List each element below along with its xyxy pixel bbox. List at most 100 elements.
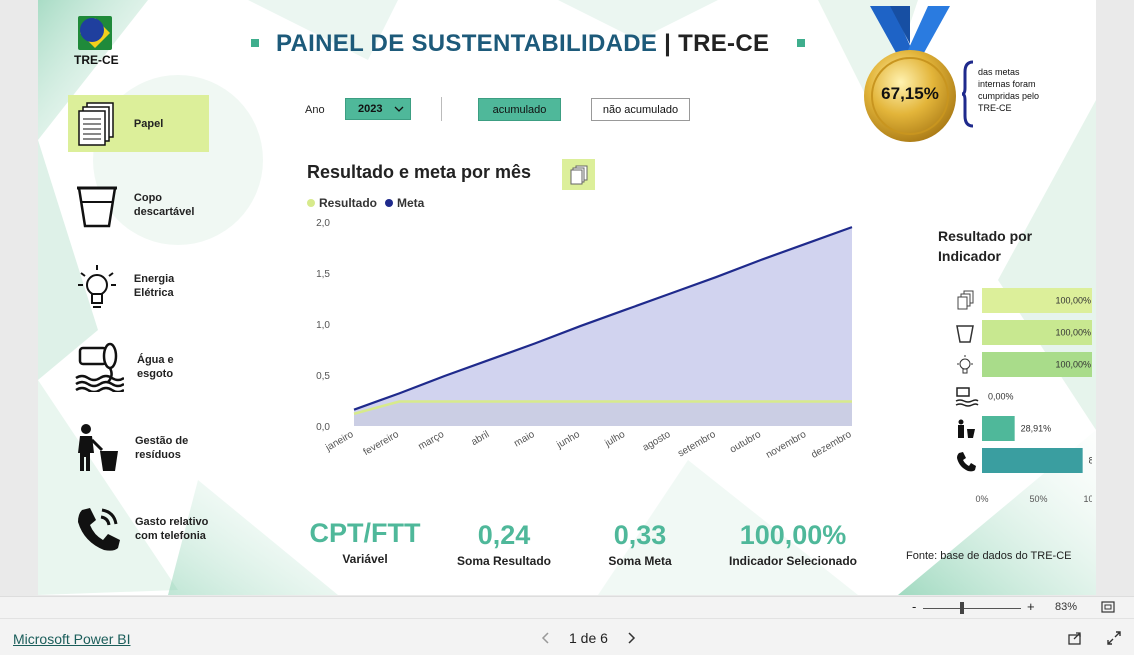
side-chart-title-line: Indicador: [938, 248, 1002, 264]
logo-text: TRE-CE: [74, 53, 119, 67]
sidebar-item-agua[interactable]: Água e esgoto: [68, 338, 209, 395]
year-filter-label: Ano: [305, 104, 325, 116]
year-dropdown[interactable]: 2023: [345, 98, 411, 120]
legend-label-resultado: Resultado: [319, 196, 378, 210]
chevron-right-icon[interactable]: [626, 632, 636, 644]
title-sub: TRE-CE: [678, 30, 770, 57]
power-bi-viewer: TRE-CE PAINEL DE SUSTENTABILIDADE | TRE-…: [0, 0, 1134, 655]
x-tick-label: maio: [512, 429, 537, 450]
phone-icon: [74, 504, 122, 554]
source-note: Fonte: base de dados do TRE-CE: [906, 550, 1072, 562]
main-chart-title: Resultado e meta por mês: [307, 162, 532, 182]
legend-dot-resultado: [307, 199, 315, 207]
kpi-soma-resultado: 0,24 Soma Resultado: [434, 520, 574, 568]
sidebar-item-papel[interactable]: Papel: [68, 95, 209, 152]
zoom-slider-track[interactable]: [923, 608, 1021, 609]
sidebar-item-energia[interactable]: Energia Elétrica: [68, 257, 209, 314]
page-title: PAINEL DE SUSTENTABILIDADE | TRE-CE: [276, 30, 769, 58]
sidebar-item-residuos[interactable]: Gestão de resíduos: [68, 419, 209, 476]
paper-stack-icon: [74, 99, 121, 149]
zoom-in-button[interactable]: +: [1027, 599, 1035, 614]
zoom-statusbar: - + 83%: [0, 596, 1134, 618]
main-area-chart: 0,00,51,01,52,0janeiro fevereiro março abri…: [316, 218, 854, 461]
kpi-label: Soma Meta: [608, 554, 672, 568]
sidebar-item-label: Gestão de resíduos: [135, 434, 189, 461]
side-chart-title-line: Resultado por: [938, 228, 1033, 244]
sidebar-item-label: Água e esgoto: [137, 353, 174, 380]
kpi-label: Indicador Selecionado: [728, 554, 858, 568]
report-canvas: TRE-CE PAINEL DE SUSTENTABILIDADE | TRE-…: [38, 0, 1096, 595]
legend-label-meta: Meta: [397, 196, 425, 210]
title-separator: |: [664, 30, 672, 57]
title-main: PAINEL DE SUSTENTABILIDADE: [276, 30, 658, 57]
x-tick-label: dezembro: [809, 429, 853, 461]
phone-icon: [957, 452, 976, 472]
indicator-bar: [982, 416, 1015, 441]
resultado-area-fill: [354, 401, 852, 426]
bar-data-label: 100,00%: [1055, 296, 1091, 306]
y-tick-label: 2,0: [316, 218, 330, 229]
sidebar-item-label: Energia Elétrica: [133, 272, 175, 299]
y-tick-label: 1,0: [316, 320, 330, 331]
medal-caption: das metas internas foram cumpridas pelo …: [978, 66, 1039, 114]
share-icon[interactable]: [1067, 630, 1083, 646]
kpi-value: CPT/FTT: [309, 518, 421, 548]
fullscreen-icon[interactable]: [1106, 630, 1122, 646]
achievement-medal: 67,15%: [860, 4, 960, 144]
not-accumulated-button[interactable]: não acumulado: [591, 98, 690, 121]
filter-divider: [441, 97, 442, 121]
lightbulb-icon: [957, 355, 973, 374]
x-tick-label: 50%: [1029, 494, 1047, 504]
x-tick-label: outubro: [728, 429, 763, 456]
kpi-value: 0,24: [477, 520, 531, 550]
medal-caption-line: cumpridas pelo: [978, 91, 1040, 101]
x-tick-label: abril: [469, 429, 491, 448]
powerbi-link[interactable]: Microsoft Power BI: [13, 631, 130, 647]
brazil-flag-emblem-icon: [78, 16, 112, 50]
zoom-slider-handle[interactable]: [960, 602, 964, 614]
x-tick-label: 0%: [975, 494, 988, 504]
disposable-cup-icon: [956, 325, 974, 343]
chevron-left-icon[interactable]: [541, 632, 551, 644]
medal-percent: 67,15%: [881, 84, 939, 103]
sidebar-item-label: Papel: [133, 117, 164, 130]
kpi-soma-meta: 0,33 Soma Meta: [570, 520, 710, 568]
sidebar-item-label: Copo descartável: [133, 191, 195, 218]
kpi-variable: CPT/FTT Variável: [295, 518, 435, 566]
accumulated-button[interactable]: acumulado: [478, 98, 561, 121]
x-tick-label: setembro: [676, 429, 718, 460]
kpi-value: 0,33: [613, 520, 667, 550]
bar-data-label: 100,00%: [1055, 328, 1091, 338]
water-pipe-icon: [74, 342, 124, 392]
bar-data-label: 89,07%: [1089, 456, 1092, 466]
indicator-bar: [982, 448, 1083, 473]
y-tick-label: 0,0: [316, 422, 330, 433]
sidebar-item-copo[interactable]: Copo descartável: [68, 176, 209, 233]
x-tick-label: fevereiro: [362, 429, 402, 458]
chevron-down-icon: [394, 106, 404, 112]
paper-stack-icon: [570, 165, 587, 184]
lightbulb-icon: [74, 261, 121, 311]
title-dot-right: [797, 39, 805, 47]
title-dot-left: [251, 39, 259, 47]
medal-icon: [864, 6, 956, 142]
zoom-out-button[interactable]: -: [912, 599, 916, 614]
legend-dot-meta: [385, 199, 394, 207]
trash-person-icon: [74, 423, 122, 473]
tre-logo: TRE-CE: [74, 14, 119, 67]
kpi-label: Soma Resultado: [456, 554, 552, 568]
y-tick-label: 1,5: [316, 269, 330, 280]
main-chart-legend: Resultado Meta: [307, 196, 424, 210]
fit-to-page-icon[interactable]: [1101, 601, 1115, 613]
bar-data-label: 100,00%: [1055, 360, 1091, 370]
brace-icon: [961, 60, 974, 128]
water-pipe-icon: [955, 387, 979, 407]
year-dropdown-value: 2023: [358, 103, 383, 115]
medal-caption-line: TRE-CE: [978, 103, 1012, 113]
sidebar-item-telefonia[interactable]: Gasto relativo com telefonia: [68, 500, 209, 557]
trash-person-icon: [958, 419, 975, 438]
x-tick-label: agosto: [641, 429, 673, 454]
page-indicator: 1 de 6: [569, 630, 608, 646]
kpi-value: 100,00%: [739, 520, 847, 550]
x-tick-label: março: [416, 429, 446, 453]
